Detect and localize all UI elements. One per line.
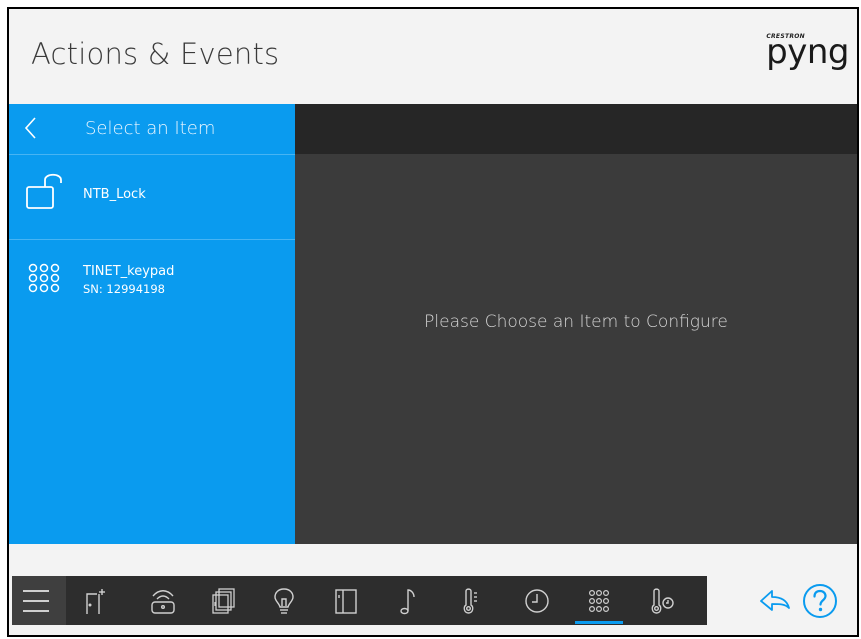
sidebar-header: Select an Item: [9, 104, 295, 155]
list-item-tinet-keypad[interactable]: TINET_keypad SN: 12994198: [9, 240, 295, 360]
header: Actions & Events CRESTRON pyng: [9, 9, 857, 104]
back-button[interactable]: [757, 584, 793, 618]
active-tab-indicator: [575, 621, 623, 624]
list-item-label: TINET_keypad: [83, 264, 175, 279]
lock-icon: [25, 171, 75, 215]
logo-brand: pyng: [766, 32, 849, 72]
app-window: Actions & Events CRESTRON pyng Select an…: [7, 7, 859, 637]
lightbulb-icon[interactable]: [262, 576, 306, 625]
empty-state-message: Please Choose an Item to Configure: [424, 312, 728, 332]
menu-button[interactable]: [12, 576, 66, 625]
remote-icon[interactable]: [141, 576, 185, 625]
bottom-navigation: [9, 544, 857, 635]
sidebar-title: Select an Item: [85, 118, 216, 139]
back-chevron-icon[interactable]: [21, 115, 43, 141]
music-note-icon[interactable]: [386, 576, 430, 625]
clock-icon[interactable]: [515, 576, 559, 625]
menu-icon: [23, 590, 49, 612]
content-header-bar: [295, 104, 857, 154]
keypad-icon[interactable]: [577, 576, 621, 625]
device-toolbar: [12, 576, 707, 625]
reply-arrow-icon: [760, 590, 790, 611]
crestron-pyng-logo: CRESTRON pyng: [749, 27, 849, 77]
help-button[interactable]: [801, 582, 839, 620]
thermometer-icon[interactable]: [448, 576, 492, 625]
list-item-label: NTB_Lock: [83, 187, 146, 202]
thermostat-icon[interactable]: [639, 576, 683, 625]
help-icon: [803, 584, 837, 618]
shades-icon[interactable]: [201, 576, 245, 625]
keypad-icon: [27, 262, 67, 302]
page-title: Actions & Events: [31, 37, 280, 71]
door-icon[interactable]: [73, 576, 117, 625]
configuration-panel: Please Choose an Item to Configure: [295, 104, 857, 544]
room-icon[interactable]: [324, 576, 368, 625]
list-item-ntb-lock[interactable]: NTB_Lock: [9, 155, 295, 240]
list-item-serial: SN: 12994198: [83, 282, 165, 296]
item-list-panel: Select an Item NTB_Lock TINET_keypad SN:…: [9, 104, 295, 544]
